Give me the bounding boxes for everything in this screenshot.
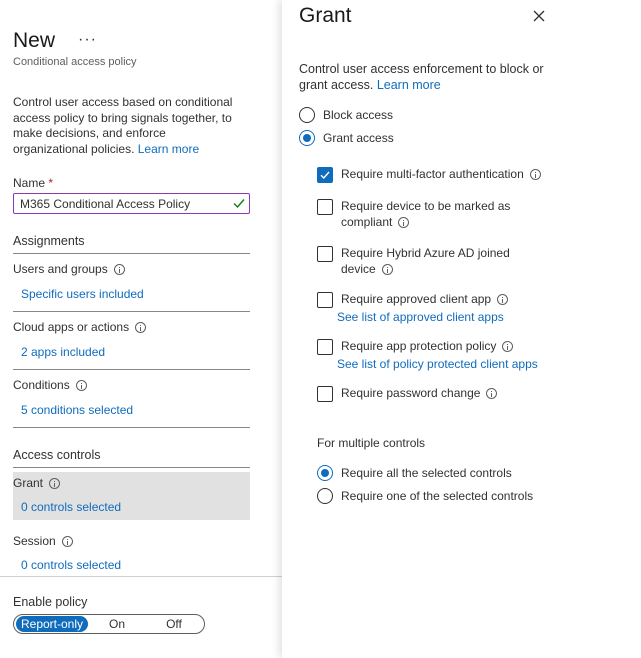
grant-learn-more-link[interactable]: Learn more — [377, 78, 441, 92]
conditions-label: Conditions — [13, 378, 70, 392]
checkbox-unchecked-icon[interactable] — [317, 292, 333, 308]
cloud-apps-label: Cloud apps or actions — [13, 320, 130, 334]
control-approved-client-app[interactable]: Require approved client app — [317, 292, 541, 308]
divider — [13, 311, 250, 312]
control-hybrid-label: Require Hybrid Azure AD joined device — [341, 246, 510, 276]
divider — [13, 369, 250, 370]
grant-access-label: Grant access — [323, 131, 394, 145]
control-app-protection-label: Require app protection policy — [341, 339, 497, 353]
control-label: Require device to be marked as compliant — [341, 199, 511, 230]
enable-policy-toggle[interactable]: Report-only On Off — [13, 614, 205, 634]
divider — [13, 427, 250, 428]
users-and-groups-label: Users and groups — [13, 262, 108, 276]
checkbox-unchecked-icon[interactable] — [317, 339, 333, 355]
info-icon[interactable] — [135, 321, 147, 333]
toggle-on[interactable]: On — [88, 616, 146, 632]
require-one-label: Require one of the selected controls — [341, 489, 534, 503]
name-label: Name * — [13, 176, 53, 190]
toggle-off[interactable]: Off — [146, 616, 202, 632]
checkbox-unchecked-icon[interactable] — [317, 386, 333, 402]
info-icon[interactable] — [75, 379, 87, 391]
require-all-radio[interactable]: Require all the selected controls — [317, 465, 512, 481]
approved-client-apps-link[interactable]: See list of approved client apps — [337, 310, 504, 324]
required-indicator: * — [48, 176, 54, 190]
info-icon[interactable] — [502, 341, 514, 353]
require-all-label: Require all the selected controls — [341, 466, 512, 480]
page-subtitle: Conditional access policy — [13, 56, 137, 68]
control-hybrid-joined[interactable]: Require Hybrid Azure AD joined device — [317, 246, 511, 277]
grant-link[interactable]: 0 controls selected — [21, 500, 121, 514]
grant-label: Grant — [13, 476, 44, 490]
name-label-text: Name — [13, 176, 46, 190]
conditions-row[interactable]: Conditions — [13, 378, 87, 392]
grant-description: Control user access enforcement to block… — [299, 61, 559, 93]
control-label: Require Hybrid Azure AD joined device — [341, 246, 511, 277]
control-app-protection[interactable]: Require app protection policy — [317, 339, 541, 355]
page-title: New — [13, 29, 56, 52]
checkbox-unchecked-icon[interactable] — [317, 199, 333, 215]
control-mfa[interactable]: Require multi-factor authentication — [317, 167, 541, 183]
learn-more-link[interactable]: Learn more — [138, 142, 199, 156]
info-icon[interactable] — [49, 477, 61, 489]
radio-checked-icon — [317, 465, 333, 481]
control-label: Require app protection policy — [341, 339, 541, 355]
control-approved-app-label: Require approved client app — [341, 292, 492, 306]
policy-description: Control user access based on conditional… — [13, 95, 243, 157]
access-controls-heading: Access controls — [13, 448, 250, 468]
grant-title: Grant — [299, 4, 352, 27]
require-one-radio[interactable]: Require one of the selected controls — [317, 488, 533, 504]
session-row[interactable]: Session — [13, 534, 73, 548]
control-mfa-label: Require multi-factor authentication — [341, 167, 524, 181]
conditions-link[interactable]: 5 conditions selected — [21, 403, 133, 417]
assignments-heading: Assignments — [13, 234, 250, 254]
grant-row[interactable]: Grant — [13, 476, 61, 490]
policy-description-text: Control user access based on conditional… — [13, 95, 233, 156]
radio-unchecked-icon — [299, 107, 315, 123]
info-icon[interactable] — [529, 169, 541, 181]
control-password-change[interactable]: Require password change — [317, 386, 541, 402]
info-icon[interactable] — [381, 263, 393, 275]
cloud-apps-row[interactable]: Cloud apps or actions — [13, 320, 147, 334]
session-link[interactable]: 0 controls selected — [21, 558, 121, 572]
checkbox-unchecked-icon[interactable] — [317, 246, 333, 262]
checkbox-checked-icon[interactable] — [317, 167, 333, 183]
close-icon[interactable] — [531, 8, 547, 24]
session-label: Session — [13, 534, 56, 548]
enable-policy-label: Enable policy — [13, 595, 88, 609]
radio-checked-icon — [299, 130, 315, 146]
grant-panel: Grant Control user access enforcement to… — [282, 0, 641, 658]
grant-access-radio[interactable]: Grant access — [299, 130, 394, 146]
policy-blade: New ··· Conditional access policy Contro… — [0, 0, 282, 658]
block-access-label: Block access — [323, 108, 394, 122]
more-options-button[interactable]: ··· — [78, 31, 97, 49]
control-label: Require multi-factor authentication — [341, 167, 541, 183]
multiple-controls-label: For multiple controls — [317, 436, 426, 450]
footer-divider — [0, 576, 282, 577]
info-icon[interactable] — [398, 216, 410, 228]
radio-unchecked-icon — [317, 488, 333, 504]
valid-check-icon — [233, 199, 245, 209]
protected-client-apps-link[interactable]: See list of policy protected client apps — [337, 357, 538, 371]
users-and-groups-link[interactable]: Specific users included — [21, 287, 144, 301]
info-icon[interactable] — [61, 535, 73, 547]
block-access-radio[interactable]: Block access — [299, 107, 393, 123]
toggle-report-only[interactable]: Report-only — [16, 616, 88, 632]
cloud-apps-link[interactable]: 2 apps included — [21, 345, 105, 359]
control-compliant-label: Require device to be marked as compliant — [341, 199, 511, 229]
control-password-label: Require password change — [341, 386, 481, 400]
control-label: Require approved client app — [341, 292, 541, 308]
control-label: Require password change — [341, 386, 541, 402]
info-icon[interactable] — [113, 263, 125, 275]
info-icon[interactable] — [486, 388, 498, 400]
info-icon[interactable] — [497, 294, 509, 306]
name-input[interactable] — [13, 193, 250, 214]
users-and-groups-row[interactable]: Users and groups — [13, 262, 125, 276]
control-compliant-device[interactable]: Require device to be marked as compliant — [317, 199, 511, 230]
